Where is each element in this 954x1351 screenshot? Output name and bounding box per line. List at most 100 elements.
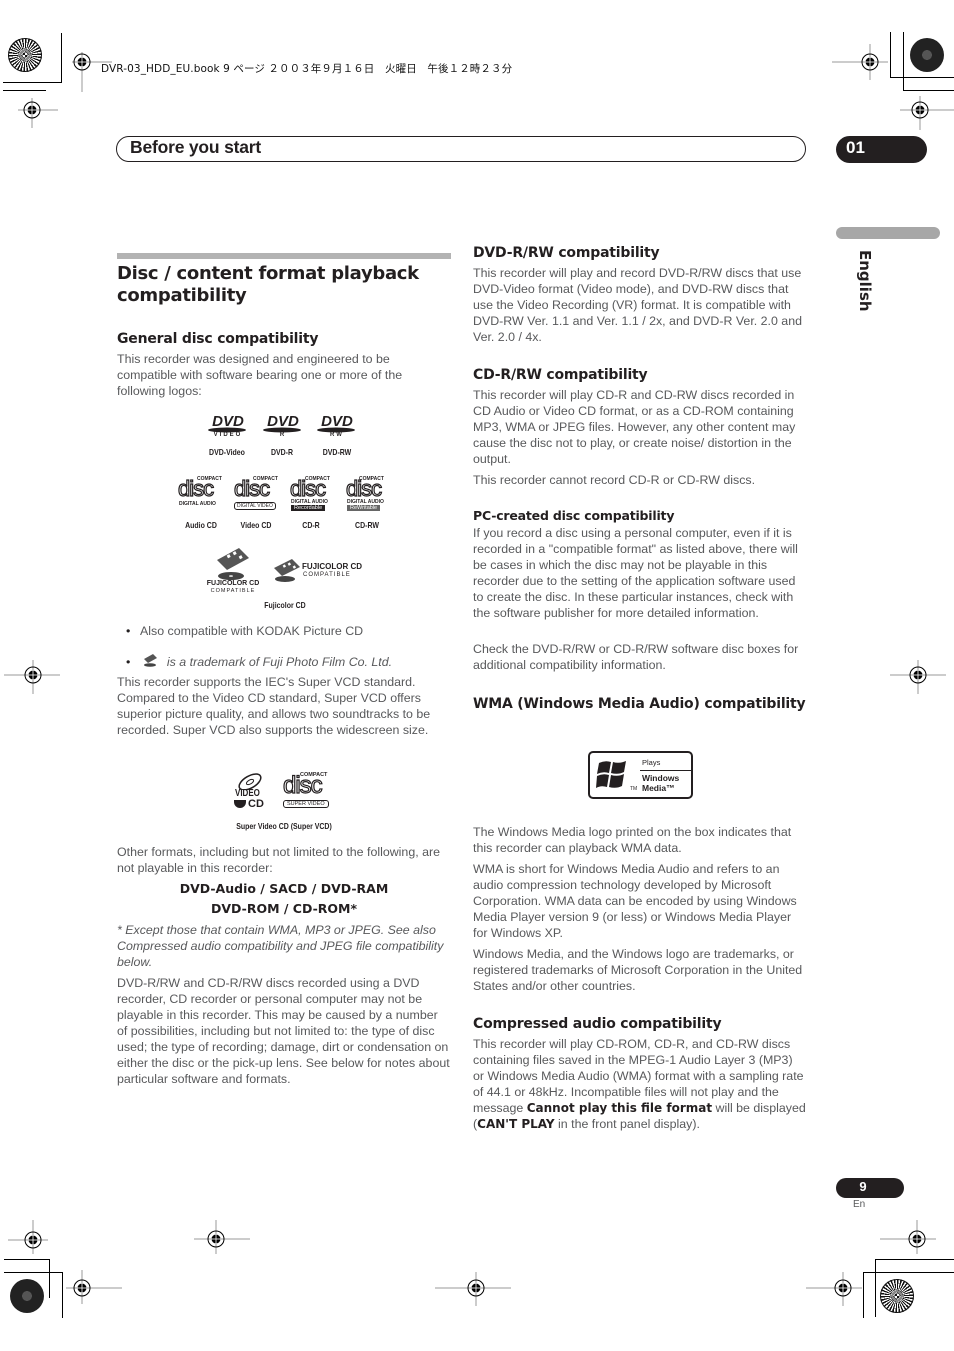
chapter-number: 01: [846, 138, 865, 157]
logo-caption: CD-R: [302, 520, 320, 530]
language-label: English: [856, 250, 878, 320]
dvd-video-logo-icon: DVD VIDEO: [205, 413, 251, 441]
compact-disc-recordable-logo-icon: COMPACT disc DIGITAL AUDIO Recordable: [289, 475, 335, 514]
registration-mark-icon: [18, 98, 58, 128]
crop-line: [45, 90, 46, 91]
crop-line: [863, 1272, 954, 1273]
registration-mark-icon: [8, 1220, 48, 1254]
dvd-r-logo-icon: DVD R: [260, 413, 306, 441]
cd-logo-band: DIGITAL VIDEO: [234, 502, 276, 510]
registration-mark-icon: [890, 660, 946, 694]
registration-mark-icon: [832, 44, 888, 80]
fujicolor-logo-line1: FUJICOLOR CD: [302, 562, 362, 571]
unplayable-formats-line2: DVD-ROM / CD-ROM*: [210, 901, 357, 916]
fujicolor-logo-line1: FUJICOLOR CD: [206, 580, 260, 587]
section-title: Disc / content format playback compatibi…: [117, 263, 419, 306]
compressed-audio-text: This recorder will play CD-ROM, CD-R, an…: [473, 1036, 807, 1132]
crop-line: [4, 1259, 50, 1260]
wm-logo-media: Media™: [642, 783, 675, 793]
logo-caption: Fujicolor CD: [264, 600, 306, 610]
registration-mark-icon: [900, 96, 954, 130]
dvd-logo-sub: RW: [330, 432, 344, 438]
print-slug: DVR-03_HDD_EU.book 9 ページ ２００３年９月１６日 火曜日 …: [101, 63, 513, 75]
cd-logo-extra: ReWritable: [347, 505, 381, 511]
crop-line: [4, 1272, 63, 1273]
cd-logo-word: disc: [177, 475, 214, 501]
color-bar-starburst-icon: [8, 38, 42, 72]
svg-text:DVD: DVD: [267, 413, 299, 430]
unplayable-formats-line1: DVD-Audio / SACD / DVD-RAM: [179, 881, 389, 896]
wm-logo-windows: Windows: [642, 773, 680, 783]
cd-logo-word: disc: [233, 475, 270, 501]
cd-logo-band: DIGITAL AUDIO: [179, 501, 216, 507]
error-message-label: Cannot play this file format: [526, 1101, 713, 1115]
list-item: • Also compatible with KODAK Picture CD: [126, 624, 363, 638]
pc-created-text2: Check the DVD-R/RW or CD-R/RW software d…: [473, 642, 799, 672]
wm-logo-rule: [640, 770, 692, 771]
list-item: • is a trademark of Fuji Photo Film Co. …: [126, 653, 392, 669]
compact-disc-super-video-logo-icon: COMPACT disc SUPER VIDEO: [282, 771, 336, 810]
compressed-audio-heading: Compressed audio compatibility: [473, 1016, 722, 1032]
video-cd-logo-icon: VIDEO CD: [232, 770, 272, 812]
crop-line: [3, 90, 45, 91]
wm-logo-tm: TM: [630, 786, 638, 792]
page-language: En: [853, 1199, 866, 1210]
wma-text1: The Windows Media logo printed on the bo…: [473, 825, 792, 855]
registration-mark-icon: [66, 1270, 122, 1304]
registration-mark-icon: [435, 1272, 511, 1306]
registration-mark-icon: [194, 1220, 250, 1254]
logo-caption: Audio CD: [185, 520, 217, 530]
logo-caption: DVD-Video: [209, 447, 245, 457]
crop-line: [62, 1272, 63, 1318]
dvd-rw-compat-text: This recorder will play and record DVD-R…: [473, 266, 802, 344]
crop-line: [875, 1259, 876, 1317]
dvd-rw-logo-icon: DVD RW: [314, 413, 360, 441]
other-formats-paragraph: Other formats, including but not limited…: [117, 845, 441, 875]
fujicolor-mini-icon: [144, 654, 158, 667]
general-compat-heading: General disc compatibility: [117, 331, 319, 347]
dvd-logo-sub: R: [279, 432, 287, 438]
cd-logo-word: disc: [282, 771, 323, 799]
dvd-rw-compat-heading: DVD-R/RW compatibility: [473, 245, 660, 261]
front-panel-message: CAN'T PLAY: [477, 1117, 555, 1131]
cd-rw-compat-text2: This recorder cannot record CD-R or CD-R…: [473, 473, 756, 487]
footnote: * Except those that contain WMA, MP3 or …: [117, 923, 444, 969]
color-bar-starburst-icon: [10, 1279, 44, 1313]
crop-line: [890, 32, 891, 78]
crop-line: [890, 77, 954, 78]
svg-text:DVD: DVD: [321, 413, 353, 430]
section-rule: [117, 253, 451, 259]
wm-logo-name: Windows Media™: [642, 773, 679, 793]
page-number: 9: [859, 1179, 867, 1194]
crop-line: [875, 1259, 954, 1260]
registration-mark-icon: [880, 1220, 936, 1254]
dvd-logo-sub: VIDEO: [213, 432, 243, 438]
crop-line: [903, 32, 904, 90]
wma-compat-heading: WMA (Windows Media Audio) compatibility: [473, 696, 806, 712]
logo-caption: DVD-RW: [322, 447, 352, 457]
video-cd-logo-cd: CD: [248, 798, 264, 810]
language-label-text: English: [856, 250, 874, 312]
bullet-icon: •: [126, 655, 131, 669]
cd-rw-compat-text: This recorder will play CD-R and CD-RW d…: [473, 388, 796, 466]
fujicolor-film-icon: [274, 559, 300, 582]
compressed-text-c: in the front panel display).: [554, 1117, 700, 1131]
bullet-text: is a trademark of Fuji Photo Film Co. Lt…: [166, 655, 393, 669]
logo-caption: Video CD: [240, 520, 272, 530]
compact-disc-rewritable-logo-icon: COMPACT disc DIGITAL AUDIO ReWritable: [345, 475, 391, 514]
cd-logo-band: SUPER VIDEO: [283, 800, 329, 808]
fujicolor-logo-line2: COMPATIBLE: [303, 572, 351, 578]
logo-caption: CD-RW: [355, 520, 379, 530]
wma-text3: Windows Media, and the Windows logo are …: [473, 947, 803, 993]
page-header-title: Before you start: [130, 137, 261, 157]
svcd-paragraph: This recorder supports the IEC's Super V…: [117, 675, 431, 737]
color-bar-starburst-icon: [880, 1279, 914, 1313]
bullet-icon: •: [126, 624, 131, 638]
general-compat-intro: This recorder was designed and engineere…: [117, 352, 403, 398]
compact-disc-audio-logo-icon: COMPACT disc DIGITAL AUDIO: [177, 475, 223, 514]
svg-text:DVD: DVD: [212, 413, 244, 430]
wma-text2: WMA is short for Windows Media Audio and…: [473, 862, 797, 940]
crop-line: [903, 90, 954, 91]
cd-logo-extra: Recordable: [291, 505, 326, 511]
registration-mark-icon: [4, 660, 60, 694]
